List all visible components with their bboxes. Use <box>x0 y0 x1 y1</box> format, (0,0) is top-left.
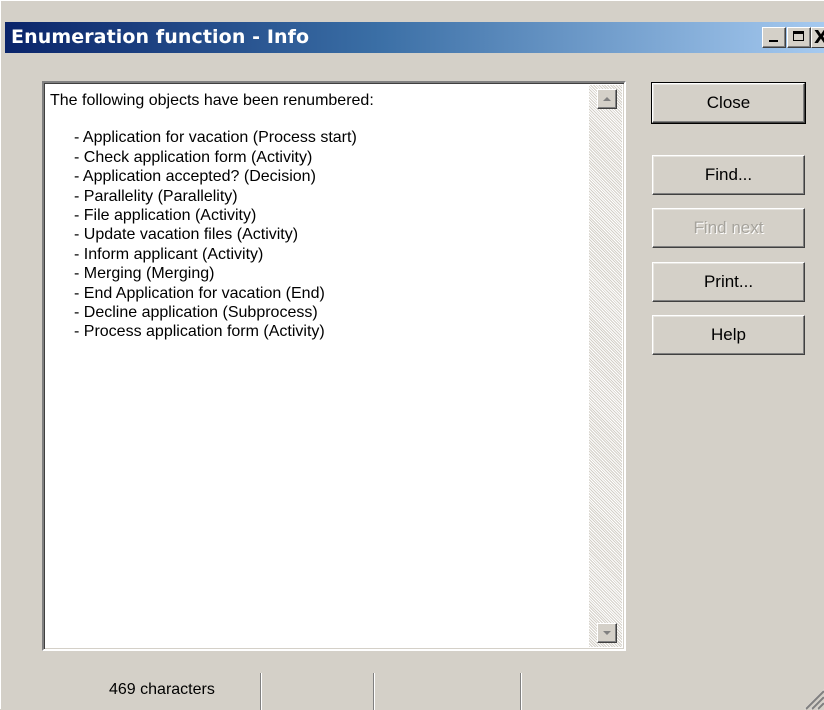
info-dialog: Enumeration function - Info X The follow… <box>0 0 824 710</box>
list-item: - Check application form (Activity) <box>74 148 313 166</box>
status-divider <box>520 673 522 710</box>
maximize-icon <box>793 31 804 41</box>
list-item: - Update vacation files (Activity) <box>74 226 299 244</box>
minimize-button[interactable] <box>762 27 786 48</box>
scroll-down-button[interactable] <box>597 623 617 643</box>
list-item: - Application for vacation (Process star… <box>74 129 357 147</box>
character-count: 469 characters <box>109 681 215 698</box>
list-item: - Merging (Merging) <box>74 265 215 283</box>
scroll-down-arrow-icon <box>603 631 611 635</box>
list-item: - End Application for vacation (End) <box>74 284 325 302</box>
list-item: - Application accepted? (Decision) <box>74 168 316 186</box>
window-title: Enumeration function - Info <box>11 26 310 48</box>
vertical-scrollbar[interactable] <box>589 85 622 647</box>
status-divider <box>260 673 262 710</box>
scroll-up-arrow-icon <box>603 97 611 101</box>
textbox-header: The following objects have been renumber… <box>50 92 374 109</box>
help-button[interactable]: Help <box>652 315 805 355</box>
minimize-icon <box>769 40 778 42</box>
resize-grip-icon[interactable] <box>799 684 824 710</box>
title-bar[interactable]: Enumeration function - Info X <box>5 22 824 53</box>
list-item: - Parallelity (Parallelity) <box>74 187 238 205</box>
renumbered-objects-textbox[interactable]: The following objects have been renumber… <box>42 81 626 651</box>
list-item: - Inform applicant (Activity) <box>74 245 264 263</box>
find-button[interactable]: Find... <box>652 155 805 195</box>
close-icon: X <box>814 27 824 48</box>
close-window-button[interactable]: X <box>811 27 824 48</box>
list-item: - Decline application (Subprocess) <box>74 304 318 322</box>
textbox-content: The following objects have been renumber… <box>50 91 590 342</box>
status-bar: 469 characters <box>1 667 824 710</box>
list-item: - Process application form (Activity) <box>74 323 325 341</box>
maximize-button[interactable] <box>787 27 811 48</box>
close-button[interactable]: Close <box>651 82 806 124</box>
scroll-up-button[interactable] <box>597 89 617 109</box>
status-divider <box>373 673 375 710</box>
list-item: - File application (Activity) <box>74 207 257 225</box>
print-button[interactable]: Print... <box>652 262 805 302</box>
find-next-button: Find next <box>652 208 805 248</box>
